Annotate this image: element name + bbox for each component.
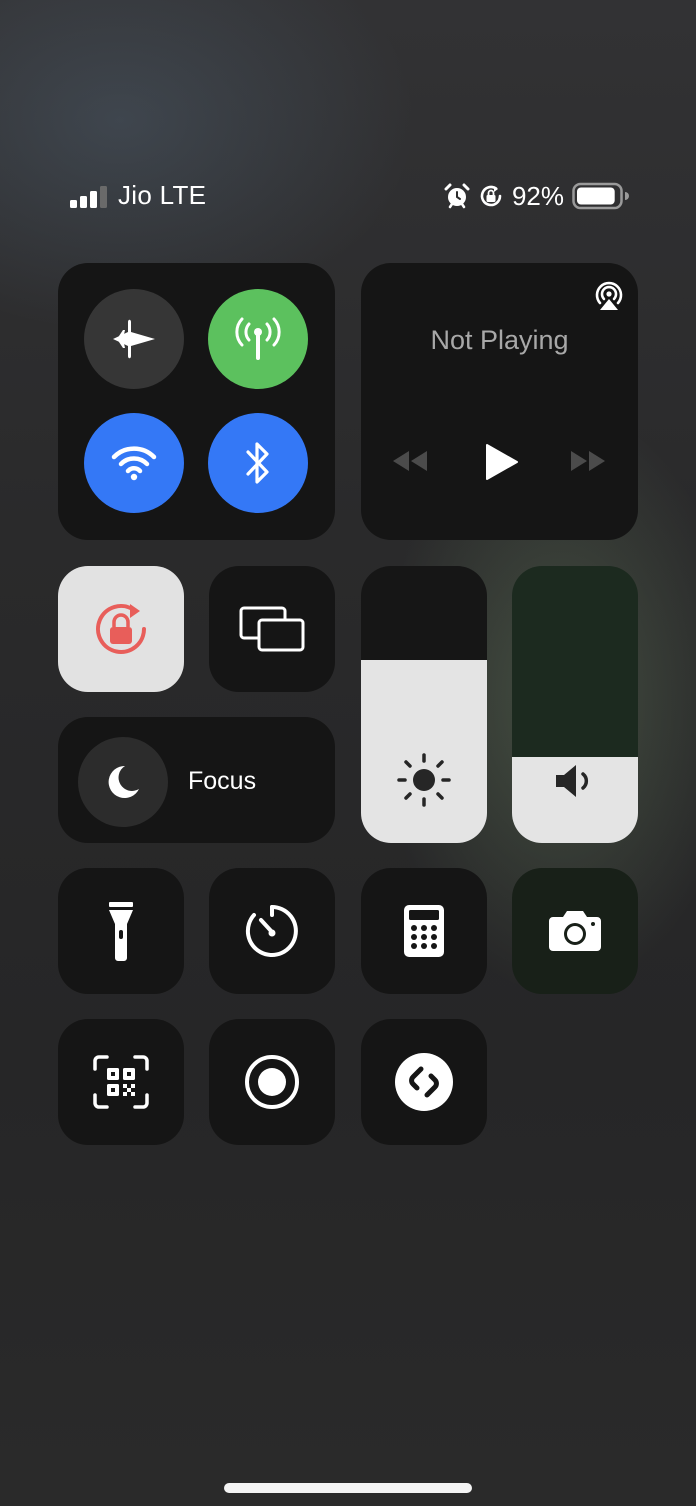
- calculator-button[interactable]: [361, 868, 487, 994]
- moon-icon: [108, 765, 139, 798]
- timer-button[interactable]: [209, 868, 335, 994]
- screen-mirroring-icon: [239, 606, 305, 652]
- airplane-icon: [113, 319, 155, 359]
- focus-button[interactable]: Focus: [58, 717, 335, 843]
- home-indicator[interactable]: [224, 1483, 472, 1493]
- antenna-icon: [235, 317, 281, 360]
- wifi-icon: [111, 446, 157, 481]
- bluetooth-icon: [246, 442, 269, 484]
- rewind-icon[interactable]: [391, 449, 429, 473]
- volume-slider[interactable]: [512, 566, 638, 843]
- battery-percentage: 92%: [511, 180, 564, 211]
- qr-code-scanner-button[interactable]: [58, 1019, 184, 1145]
- sun-icon: [397, 753, 451, 807]
- connectivity-module: [58, 263, 335, 540]
- alarm-icon: [444, 183, 470, 209]
- calculator-icon: [404, 905, 444, 957]
- camera-icon: [549, 911, 601, 951]
- screen-record-button[interactable]: [209, 1019, 335, 1145]
- speaker-icon: [556, 765, 589, 797]
- battery-icon: [572, 182, 629, 210]
- play-icon[interactable]: [483, 443, 519, 481]
- camera-button[interactable]: [512, 868, 638, 994]
- orientation-lock-icon: [96, 604, 146, 654]
- orientation-lock-toggle[interactable]: [58, 566, 184, 692]
- cellular-data-toggle[interactable]: [208, 289, 308, 389]
- focus-icon-circle: [78, 737, 168, 827]
- fast-forward-icon[interactable]: [569, 449, 607, 473]
- shazam-button[interactable]: [361, 1019, 487, 1145]
- airplay-icon[interactable]: [591, 277, 627, 313]
- flashlight-icon: [109, 902, 133, 961]
- wifi-toggle[interactable]: [84, 413, 184, 513]
- airplane-mode-toggle[interactable]: [84, 289, 184, 389]
- now-playing-title: Not Playing: [430, 325, 569, 355]
- bluetooth-toggle[interactable]: [208, 413, 308, 513]
- shazam-icon: [395, 1053, 453, 1111]
- signal-strength-icon: [70, 186, 107, 208]
- status-bar: Jio LTE 92%: [70, 178, 630, 214]
- status-indicators: 92%: [444, 178, 630, 214]
- focus-label: Focus: [188, 767, 257, 795]
- now-playing-module[interactable]: Not Playing: [361, 263, 638, 540]
- orientation-lock-icon: [480, 185, 502, 207]
- flashlight-button[interactable]: [58, 868, 184, 994]
- carrier-name: Jio LTE: [118, 180, 207, 210]
- timer-icon: [245, 905, 298, 957]
- qr-code-icon: [93, 1055, 149, 1109]
- brightness-slider[interactable]: [361, 566, 487, 843]
- screen-record-icon: [245, 1055, 299, 1109]
- screen-mirroring-button[interactable]: [209, 566, 335, 692]
